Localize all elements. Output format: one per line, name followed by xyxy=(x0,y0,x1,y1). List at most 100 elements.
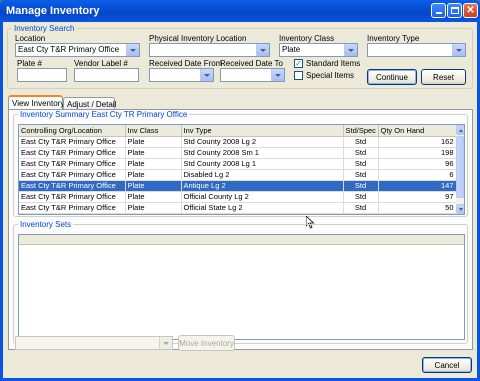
cell-inv-type: Std County 2008 Sm 1 xyxy=(181,147,344,159)
cell-org-location: East Cty T&R Primary Office xyxy=(19,202,126,214)
location-combo[interactable]: East Cty T&R Primary Office xyxy=(15,43,140,57)
move-target-combo xyxy=(15,336,173,350)
table-row[interactable]: East Cty T&R Primary Office Plate Std Co… xyxy=(19,136,457,148)
chevron-down-icon xyxy=(275,73,281,77)
table-row[interactable]: East Cty T&R Primary Office Plate Std Co… xyxy=(19,147,457,159)
cell-qty-on-hand: 162 xyxy=(378,136,457,148)
maximize-icon xyxy=(450,7,459,14)
continue-button[interactable]: Continue xyxy=(367,69,417,85)
table-row[interactable]: East Cty T&R Primary Office Plate Offici… xyxy=(19,191,457,203)
cell-qty-on-hand: 97 xyxy=(378,191,457,203)
chevron-down-icon xyxy=(459,207,463,211)
cell-inv-class: Plate xyxy=(125,136,182,148)
minimize-button[interactable] xyxy=(431,3,446,18)
minimize-icon xyxy=(435,12,442,14)
chevron-down-icon xyxy=(456,48,462,52)
scroll-thumb[interactable] xyxy=(456,136,464,198)
column-header-inv-type[interactable]: Inv Type xyxy=(181,125,344,137)
cell-std-spec: Std xyxy=(343,158,379,170)
cell-qty-on-hand: 147 xyxy=(378,180,457,192)
summary-header-row: Controlling Org/Location Inv Class Inv T… xyxy=(19,125,457,137)
cell-inv-class: Plate xyxy=(125,169,182,181)
cell-inv-type: Official State Lg 2 xyxy=(181,202,344,214)
cell-qty-on-hand: 198 xyxy=(378,147,457,159)
table-row[interactable]: East Cty T&R Primary Office Plate Offici… xyxy=(19,202,457,214)
table-row[interactable]: East Cty T&R Primary Office Plate Disabl… xyxy=(19,169,457,181)
inventory-class-label: Inventory Class xyxy=(279,34,335,43)
cell-std-spec: Std xyxy=(343,180,379,192)
received-to-date-picker[interactable] xyxy=(220,68,285,82)
inventory-class-dropdown-button[interactable] xyxy=(344,44,357,56)
chevron-down-icon xyxy=(260,48,266,52)
column-header-qty-on-hand[interactable]: Qty On Hand xyxy=(378,125,457,137)
window-client-area: Inventory Search Location East Cty T&R P… xyxy=(3,22,477,378)
cell-qty-on-hand: 50 xyxy=(378,202,457,214)
inventory-type-label: Inventory Type xyxy=(367,34,420,43)
cell-std-spec: Std xyxy=(343,169,379,181)
inventory-sets-list[interactable] xyxy=(18,234,465,340)
cell-inv-type: Std County 2008 Lg 2 xyxy=(181,136,344,148)
column-header-std-spec[interactable]: Std/Spec xyxy=(343,125,379,137)
summary-vertical-scrollbar[interactable] xyxy=(456,125,464,214)
inventory-summary-legend: Inventory Summary East Cty TR Primary Of… xyxy=(20,110,188,119)
move-target-dropdown-button xyxy=(159,337,172,349)
inventory-sets-header xyxy=(19,235,464,245)
physical-location-label: Physical Inventory Location xyxy=(149,34,247,43)
cell-inv-class: Plate xyxy=(125,191,182,203)
cell-inv-class: Plate xyxy=(125,202,182,214)
location-combo-value: East Cty T&R Primary Office xyxy=(18,45,120,54)
chevron-up-icon xyxy=(459,128,463,132)
received-from-label: Received Date From xyxy=(149,59,223,68)
inventory-type-combo[interactable] xyxy=(367,43,466,57)
view-inventory-panel: Inventory Summary East Cty TR Primary Of… xyxy=(8,109,473,350)
received-from-dropdown-button[interactable] xyxy=(200,69,213,81)
special-items-label: Special Items xyxy=(306,71,355,80)
scroll-up-button[interactable] xyxy=(456,125,464,135)
maximize-button[interactable] xyxy=(447,3,462,18)
special-items-checkbox[interactable] xyxy=(294,71,303,80)
standard-items-checkbox[interactable]: ✓ xyxy=(294,59,303,68)
inventory-search-legend: Inventory Search xyxy=(14,24,75,33)
physical-location-combo[interactable] xyxy=(149,43,270,57)
move-inventory-button: Move Inventory xyxy=(178,335,235,351)
cell-org-location: East Cty T&R Primary Office xyxy=(19,136,126,148)
cell-inv-class: Plate xyxy=(125,180,182,192)
chevron-down-icon xyxy=(163,341,169,345)
location-dropdown-button[interactable] xyxy=(126,44,139,56)
inventory-type-dropdown-button[interactable] xyxy=(452,44,465,56)
cell-org-location: East Cty T&R Primary Office xyxy=(19,158,126,170)
column-header-inv-class[interactable]: Inv Class xyxy=(125,125,182,137)
physical-location-dropdown-button[interactable] xyxy=(256,44,269,56)
cell-std-spec: Std xyxy=(343,202,379,214)
inventory-summary-grid: Controlling Org/Location Inv Class Inv T… xyxy=(18,124,465,215)
chevron-down-icon xyxy=(204,73,210,77)
received-to-dropdown-button[interactable] xyxy=(271,69,284,81)
reset-button[interactable]: Reset xyxy=(421,69,466,85)
inventory-summary-table: Controlling Org/Location Inv Class Inv T… xyxy=(19,125,457,214)
received-to-label: Received Date To xyxy=(220,59,283,68)
close-button[interactable]: ✕ xyxy=(463,3,478,18)
cell-inv-type: Antique Lg 2 xyxy=(181,180,344,192)
cell-qty-on-hand: 96 xyxy=(378,158,457,170)
cell-inv-type: Official County Lg 2 xyxy=(181,191,344,203)
scroll-down-button[interactable] xyxy=(456,204,464,214)
inventory-class-combo[interactable]: Plate xyxy=(279,43,358,57)
table-row-selected[interactable]: East Cty T&R Primary Office Plate Antiqu… xyxy=(19,180,457,192)
standard-items-label: Standard Items xyxy=(306,59,361,68)
cell-qty-on-hand: 6 xyxy=(378,169,457,181)
location-label: Location xyxy=(15,34,46,43)
plate-number-label: Plate # xyxy=(17,59,42,68)
received-from-date-picker[interactable] xyxy=(149,68,214,82)
cancel-button[interactable]: Cancel xyxy=(422,357,472,373)
table-row[interactable]: East Cty T&R Primary Office Plate Std Co… xyxy=(19,158,457,170)
vendor-label-input[interactable] xyxy=(74,68,139,82)
close-icon: ✕ xyxy=(466,4,475,16)
cell-org-location: East Cty T&R Primary Office xyxy=(19,169,126,181)
manage-inventory-window: Manage Inventory ✕ Inventory Search Loca… xyxy=(0,0,480,381)
column-header-org-location[interactable]: Controlling Org/Location xyxy=(19,125,126,137)
window-title: Manage Inventory xyxy=(6,5,100,17)
title-bar[interactable]: Manage Inventory ✕ xyxy=(0,0,480,22)
cell-std-spec: Std xyxy=(343,147,379,159)
plate-number-input[interactable] xyxy=(17,68,67,82)
chevron-down-icon xyxy=(130,48,136,52)
